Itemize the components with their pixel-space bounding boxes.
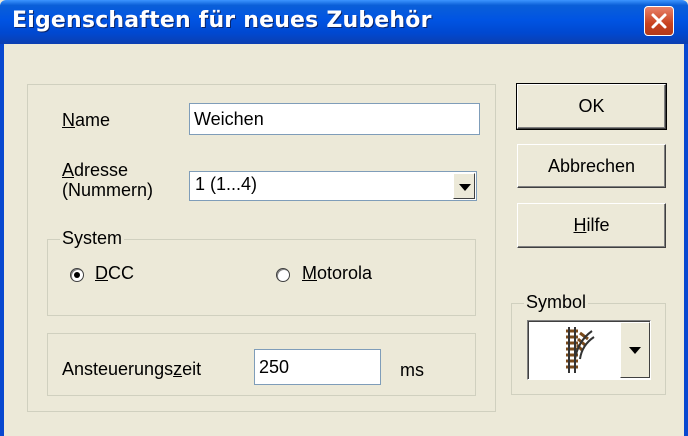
address-label-line2: (Nummern)	[62, 180, 154, 200]
symbol-group-title: Symbol	[524, 292, 589, 313]
radio-dcc-label[interactable]: DCC	[95, 263, 134, 284]
timing-label-accel: z	[173, 359, 183, 379]
timing-input[interactable]: 250	[254, 349, 381, 385]
symbol-dropdown-button[interactable]	[620, 322, 650, 378]
address-label-accel: A	[62, 160, 75, 180]
address-label-line1: dresse	[74, 160, 129, 180]
ok-button-label: OK	[578, 96, 605, 116]
radio-dcc-label-rest: CC	[108, 263, 134, 283]
cancel-button-label: Abbrechen	[547, 156, 636, 176]
timing-unit: ms	[400, 360, 424, 380]
chevron-down-icon	[629, 347, 641, 354]
name-label-rest: ame	[75, 110, 111, 130]
address-dropdown-button[interactable]	[453, 173, 475, 199]
system-group-title: System	[60, 228, 125, 249]
timing-label-pre: Ansteuerungs	[62, 359, 174, 379]
name-input-value: Weichen	[194, 109, 264, 129]
radio-selected-dot	[74, 272, 80, 278]
help-button-label: ilfe	[586, 215, 610, 235]
radio-dcc-label-accel: D	[95, 263, 108, 283]
window-title: Eigenschaften für neues Zubehör	[12, 8, 432, 33]
close-icon	[651, 13, 667, 29]
help-button[interactable]: Hilfe	[517, 203, 666, 248]
radio-dcc[interactable]	[70, 268, 84, 282]
close-button[interactable]	[644, 6, 674, 36]
ok-button[interactable]: OK	[516, 83, 667, 130]
address-dropdown-value: 1 (1...4)	[195, 174, 258, 194]
radio-motorola-label[interactable]: Motorola	[302, 263, 372, 284]
radio-motorola[interactable]	[276, 268, 290, 282]
radio-motorola-label-rest: otorola	[317, 263, 373, 283]
chevron-down-icon	[459, 184, 471, 191]
turnout-track-icon	[566, 327, 595, 373]
name-input[interactable]: Weichen	[189, 103, 480, 135]
timing-label-post: eit	[182, 359, 202, 379]
timing-input-value: 250	[259, 357, 290, 377]
name-label: Name	[62, 110, 110, 131]
name-label-accel: N	[62, 110, 75, 130]
radio-motorola-label-accel: M	[302, 263, 317, 283]
timing-label: Ansteuerungszeit	[62, 359, 201, 380]
title-bar[interactable]: Eigenschaften für neues Zubehör	[0, 0, 688, 44]
window-frame-left	[0, 44, 4, 436]
help-button-accel: H	[573, 215, 587, 235]
address-label: Adresse (Nummern)	[62, 160, 153, 200]
window-frame-right	[684, 44, 688, 436]
address-dropdown[interactable]: 1 (1...4)	[189, 171, 477, 201]
cancel-button[interactable]: Abbrechen	[517, 144, 666, 188]
